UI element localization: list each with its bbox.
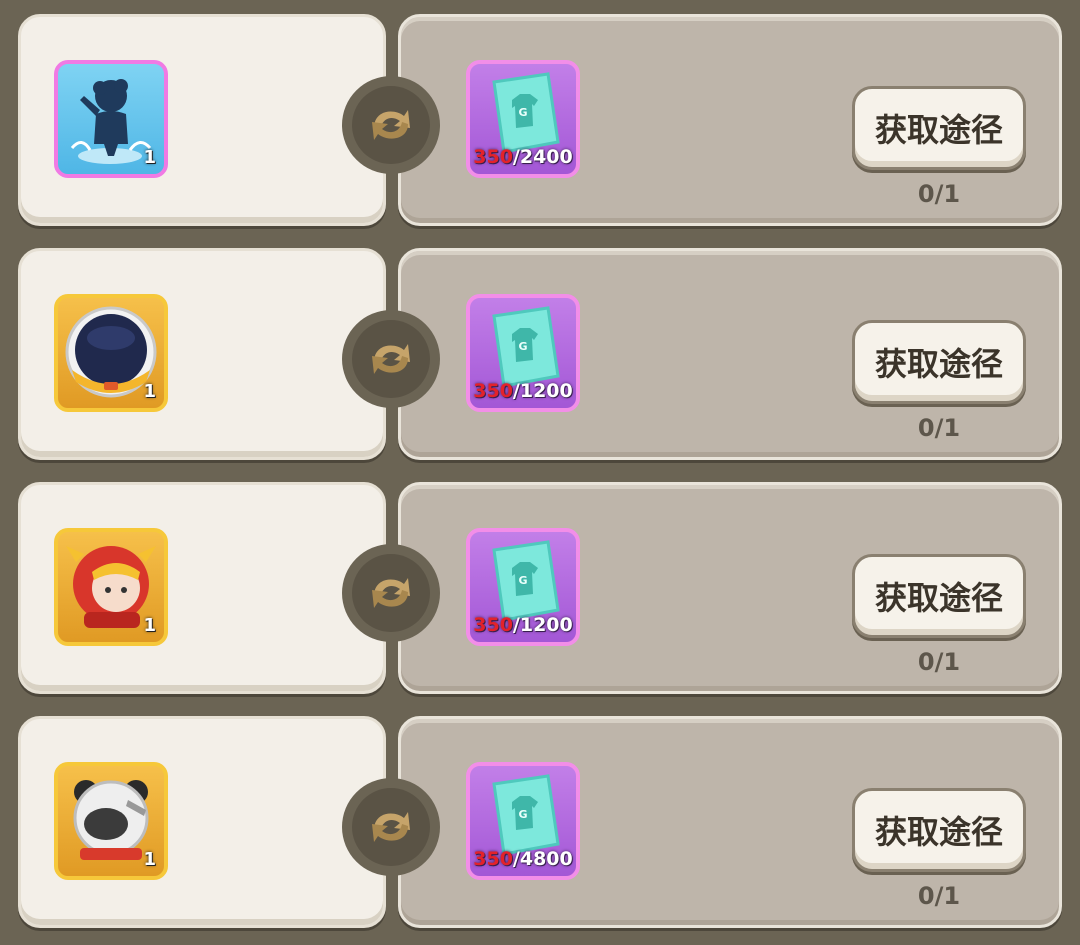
costume-item[interactable]: 1 [54,294,168,412]
svg-text:G: G [518,340,527,353]
exchange-row: 1 G 350/2400 获取途径 0/1 [0,14,1080,234]
exchange-row: 1 G 350/1200 获取途径 0/1 [0,482,1080,702]
costume-qty: 1 [143,381,156,402]
exchange-progress: 0/1 [917,414,961,442]
exchange-badge [342,544,440,642]
costume-item[interactable]: 1 [54,762,168,880]
swap-arrows-icon [372,578,410,608]
exchange-row: 1 G 350/1200 获取途径 0/1 [0,248,1080,468]
exchange-row: 1 G 350/4800 获取途径 0/1 [0,716,1080,936]
exchange-progress: 0/1 [917,648,961,676]
svg-text:G: G [518,574,527,587]
swap-arrows-icon [372,110,410,140]
svg-text:G: G [518,808,527,821]
ticket-item[interactable]: G 350/1200 [466,528,580,646]
exchange-badge [342,778,440,876]
obtain-method-button[interactable]: 获取途径 [852,554,1026,638]
obtain-method-button[interactable]: 获取途径 [852,86,1026,170]
costume-item[interactable]: 1 [54,528,168,646]
ticket-item[interactable]: G 350/1200 [466,294,580,412]
ticket-count: 350/1200 [473,614,573,636]
ticket-item[interactable]: G 350/2400 [466,60,580,178]
exchange-badge [342,310,440,408]
ticket-count: 350/2400 [473,146,573,168]
svg-text:G: G [518,106,527,119]
swap-arrows-icon [372,344,410,374]
costume-item[interactable]: 1 [54,60,168,178]
obtain-method-button[interactable]: 获取途径 [852,320,1026,404]
swap-arrows-icon [372,812,410,842]
exchange-badge [342,76,440,174]
obtain-method-button[interactable]: 获取途径 [852,788,1026,872]
ticket-item[interactable]: G 350/4800 [466,762,580,880]
ticket-count: 350/1200 [473,380,573,402]
exchange-progress: 0/1 [917,882,961,910]
costume-qty: 1 [143,147,156,168]
exchange-progress: 0/1 [917,180,961,208]
costume-qty: 1 [143,849,156,870]
ticket-count: 350/4800 [473,848,573,870]
costume-qty: 1 [143,615,156,636]
